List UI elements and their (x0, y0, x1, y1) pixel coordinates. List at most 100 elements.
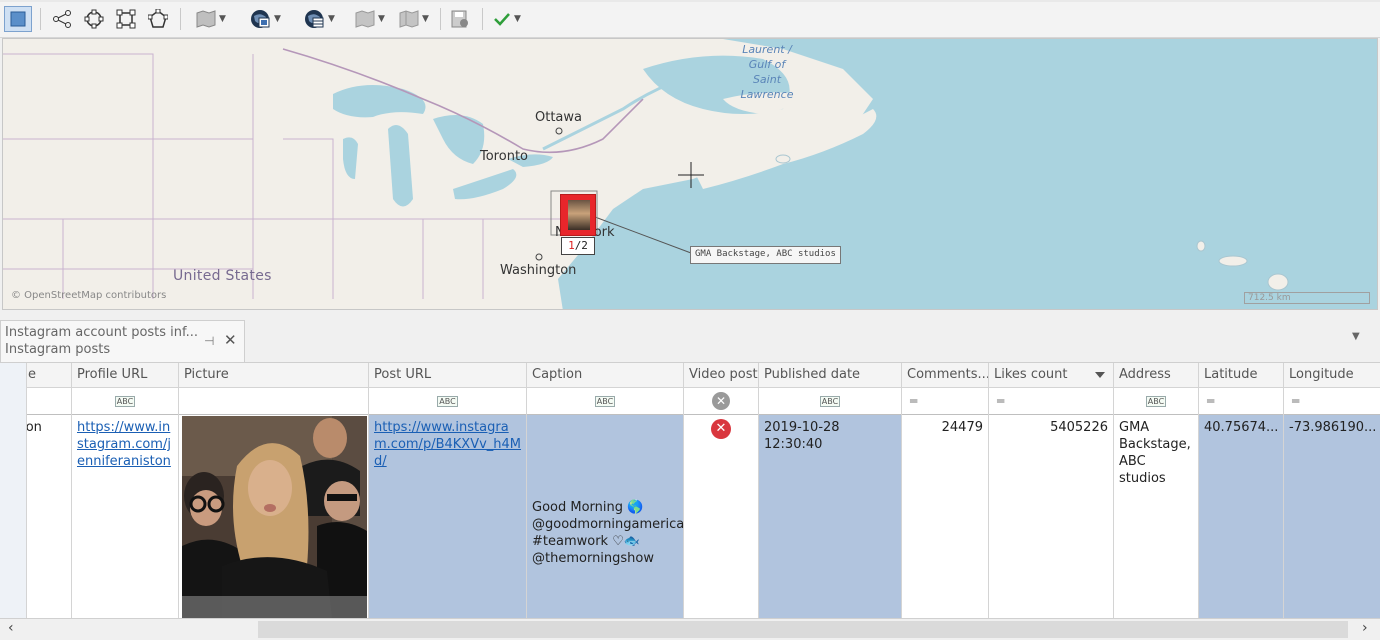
checkmark-icon (494, 13, 510, 26)
map-layout-button[interactable]: ▼ (394, 6, 434, 32)
column-header[interactable]: Published date (759, 363, 901, 388)
column-header[interactable]: Comments... (902, 363, 988, 388)
water-label-line: Laurent / (742, 43, 792, 56)
scroll-right-icon[interactable]: › (1362, 620, 1368, 636)
column-filter[interactable]: ABC (759, 388, 901, 415)
column-published-date: Published date ABC 2019-10-28 12:30:40 (759, 363, 902, 619)
profile-link[interactable]: https://www.instagram.com/jenniferanisto… (77, 420, 171, 469)
select-tool-button[interactable] (4, 6, 32, 32)
equals-filter-icon: ═ (910, 394, 918, 408)
cell-latitude[interactable]: 40.75674... (1199, 415, 1283, 619)
column-header[interactable]: Caption (527, 363, 683, 388)
circle-select-button[interactable] (80, 6, 108, 32)
column-header-label: Likes count (994, 367, 1068, 382)
equals-filter-icon: ═ (1292, 394, 1300, 408)
column-filter[interactable]: ═ (1199, 388, 1283, 415)
photo-marker[interactable] (560, 194, 596, 236)
column-header[interactable]: Video post (684, 363, 758, 388)
cell-post-url[interactable]: https://www.instagram.com/p/B4KXVv_h4Md/ (369, 415, 526, 619)
row-indicator[interactable] (0, 363, 27, 619)
location-label[interactable]: GMA Backstage, ABC studios (690, 246, 841, 264)
panel-tab[interactable]: Instagram account posts inf... Instagram… (0, 320, 245, 362)
marker-counter-current: 1 (568, 239, 575, 252)
column-filter[interactable]: ═ (1284, 388, 1380, 415)
column-filter[interactable]: ═ (989, 388, 1113, 415)
chevron-down-icon: ▼ (422, 14, 429, 24)
toolbar-top-strip (0, 0, 1380, 2)
column-header[interactable]: Address (1114, 363, 1198, 388)
cell-comments[interactable]: 24479 (902, 415, 988, 619)
pin-icon[interactable]: ⊣ (204, 334, 214, 348)
column-latitude: Latitude ═ 40.75674... (1199, 363, 1284, 619)
column-header[interactable]: Post URL (369, 363, 526, 388)
column-filter[interactable]: ✕ (684, 388, 758, 415)
map-attribution: © OpenStreetMap contributors (11, 290, 167, 301)
equals-filter-icon: ═ (1207, 394, 1215, 408)
apply-button[interactable]: ▼ (490, 6, 524, 32)
panel-menu-chevron-icon[interactable]: ▼ (1352, 331, 1360, 342)
map-layout-icon (399, 10, 419, 28)
post-link[interactable]: https://www.instagram.com/p/B4KXVv_h4Md/ (374, 420, 521, 469)
globe-table-icon (305, 10, 324, 28)
column-header[interactable]: Latitude (1199, 363, 1283, 388)
text-filter-icon: ABC (1145, 395, 1167, 407)
water-label-line: Saint (752, 73, 782, 86)
column-header[interactable]: Profile URL (72, 363, 178, 388)
column-filter[interactable]: ABC (1114, 388, 1198, 415)
equals-filter-icon: ═ (997, 394, 1005, 408)
map-scale: 712.5 km (1244, 292, 1370, 304)
column-name: e niston (0, 363, 72, 619)
cell-video-post[interactable]: ✕ (684, 415, 758, 619)
polygon-select-button[interactable] (144, 6, 172, 32)
column-filter[interactable]: ABC (527, 388, 683, 415)
marker-counter[interactable]: 1/2 (561, 237, 595, 255)
cell-profile-url[interactable]: https://www.instagram.com/jenniferanisto… (72, 415, 178, 619)
column-filter[interactable]: ABC (369, 388, 526, 415)
cell-longitude[interactable]: -73.986190... (1284, 415, 1380, 619)
cell-caption[interactable]: Good Morning 🌎 @goodmorningamerica #team… (527, 415, 684, 619)
column-comments: Comments... ═ 24479 (902, 363, 989, 619)
close-icon[interactable]: ✕ (224, 331, 237, 349)
map-view[interactable]: Ottawa Toronto Washington New York Unite… (2, 38, 1378, 310)
column-filter[interactable]: ═ (902, 388, 988, 415)
map-view-button[interactable]: ▼ (350, 6, 390, 32)
cell-published-date[interactable]: 2019-10-28 12:30:40 (759, 415, 901, 619)
column-address: Address ABC GMA Backstage, ABC studios (1114, 363, 1199, 619)
select-icon (10, 11, 26, 27)
horizontal-scrollbar[interactable]: ‹ › (0, 618, 1380, 640)
cell-address[interactable]: GMA Backstage, ABC studios (1114, 415, 1198, 619)
rect-select-button[interactable] (112, 6, 140, 32)
toolbar-separator (482, 8, 483, 30)
save-map-button[interactable] (446, 6, 474, 32)
chevron-down-icon: ▼ (328, 14, 335, 24)
city-label-washington: Washington (500, 263, 577, 278)
globe-photos-button[interactable]: ▼ (242, 6, 288, 32)
toolbar-separator (40, 8, 41, 30)
column-header[interactable]: Longitude (1284, 363, 1380, 388)
chevron-down-icon: ▼ (274, 14, 281, 24)
cell-likes[interactable]: 5405226 (989, 415, 1113, 619)
post-picture[interactable] (182, 416, 367, 618)
text-filter-icon: ABC (594, 395, 616, 407)
water-label-line: Lawrence (740, 88, 794, 101)
column-filter[interactable]: ABC (72, 388, 178, 415)
scrollbar-thumb[interactable] (258, 621, 1348, 638)
column-header[interactable]: Picture (179, 363, 368, 388)
column-video-post: Video post ✕ ✕ (684, 363, 759, 619)
column-filter[interactable] (179, 388, 368, 415)
scroll-left-icon[interactable]: ‹ (8, 620, 14, 636)
connect-nodes-icon (53, 10, 71, 28)
panel-tab-title: Instagram account posts inf... (5, 325, 199, 340)
map-view-icon (355, 10, 375, 28)
column-longitude: Longitude ═ -73.986190... (1284, 363, 1380, 619)
map-layers-button[interactable]: ▼ (188, 6, 234, 32)
chevron-down-icon: ▼ (378, 14, 385, 24)
globe-data-button[interactable]: ▼ (296, 6, 342, 32)
column-header[interactable]: Likes count (989, 363, 1113, 388)
rect-select-icon (116, 9, 136, 29)
marker-counter-total: /2 (574, 239, 588, 252)
connect-tool-button[interactable] (48, 6, 76, 32)
map-save-icon (451, 10, 468, 28)
column-caption: Caption ABC Good Morning 🌎 @goodmorninga… (527, 363, 684, 619)
clear-filter-icon[interactable]: ✕ (712, 392, 730, 410)
